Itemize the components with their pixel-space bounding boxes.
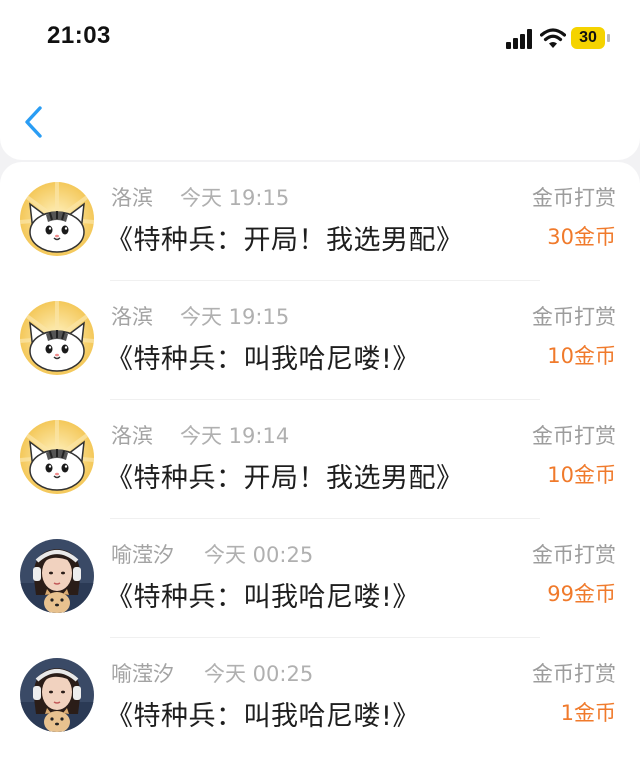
- battery-cap: [607, 34, 610, 42]
- cartoon-cat-avatar[interactable]: [20, 182, 94, 256]
- coin-amount: 1金币: [560, 701, 616, 725]
- reward-list: 洛滨 今天 19:15 《特种兵：开局！我选男配》 金币打赏 30金币 洛滨 今…: [0, 162, 640, 758]
- reward-row[interactable]: 洛滨 今天 19:15 《特种兵：叫我哈尼喽!》 金币打赏 10金币: [0, 281, 640, 400]
- user-name: 洛滨: [111, 305, 153, 329]
- reward-type-label: 金币打赏: [532, 543, 616, 567]
- header-area: 21:03 30: [0, 0, 640, 160]
- reward-type-label: 金币打赏: [532, 305, 616, 329]
- user-name: 洛滨: [111, 186, 153, 210]
- coin-amount: 30金币: [547, 225, 616, 249]
- book-title: 《特种兵：叫我哈尼喽!》: [106, 344, 420, 375]
- reward-row[interactable]: 喻滢汐 今天 00:25 《特种兵：叫我哈尼喽!》 金币打赏 1金币: [0, 638, 640, 757]
- reward-type-label: 金币打赏: [532, 662, 616, 686]
- reward-time: 今天 19:14: [180, 424, 290, 448]
- cartoon-cat-avatar[interactable]: [20, 420, 94, 494]
- coin-amount: 10金币: [547, 463, 616, 487]
- battery-level: 30: [571, 27, 605, 49]
- reward-type-label: 金币打赏: [532, 424, 616, 448]
- cellular-signal-icon: [506, 29, 532, 49]
- girl-with-dog-avatar[interactable]: [20, 539, 94, 613]
- status-bar: 21:03 30: [0, 0, 640, 76]
- reward-row[interactable]: 洛滨 今天 19:14 《特种兵：开局！我选男配》 金币打赏 10金币: [0, 400, 640, 519]
- user-name: 喻滢汐: [111, 543, 174, 567]
- coin-amount: 10金币: [547, 344, 616, 368]
- reward-time: 今天 19:15: [180, 305, 290, 329]
- reward-time: 今天 00:25: [204, 543, 314, 567]
- user-name: 洛滨: [111, 424, 153, 448]
- reward-time: 今天 19:15: [180, 186, 290, 210]
- girl-with-dog-avatar[interactable]: [20, 658, 94, 732]
- user-name: 喻滢汐: [111, 662, 174, 686]
- battery-icon: 30: [571, 27, 611, 49]
- status-time: 21:03: [47, 22, 111, 49]
- back-button[interactable]: [18, 100, 52, 144]
- book-title: 《特种兵：开局！我选男配》: [106, 463, 464, 494]
- reward-row[interactable]: 喻滢汐 今天 00:25 《特种兵：叫我哈尼喽!》 金币打赏 99金币: [0, 519, 640, 638]
- book-title: 《特种兵：开局！我选男配》: [106, 225, 464, 256]
- cartoon-cat-avatar[interactable]: [20, 301, 94, 375]
- book-title: 《特种兵：叫我哈尼喽!》: [106, 701, 420, 732]
- reward-type-label: 金币打赏: [532, 186, 616, 210]
- reward-time: 今天 00:25: [204, 662, 314, 686]
- coin-amount: 99金币: [547, 582, 616, 606]
- reward-records-screen: 21:03 30 洛滨 今天 19:15 《特种兵：开局！我选男配》 金币打赏 …: [0, 0, 640, 758]
- wifi-icon: [540, 28, 566, 48]
- reward-row[interactable]: 洛滨 今天 19:15 《特种兵：开局！我选男配》 金币打赏 30金币: [0, 162, 640, 281]
- chevron-left-icon: [25, 106, 42, 138]
- book-title: 《特种兵：叫我哈尼喽!》: [106, 582, 420, 613]
